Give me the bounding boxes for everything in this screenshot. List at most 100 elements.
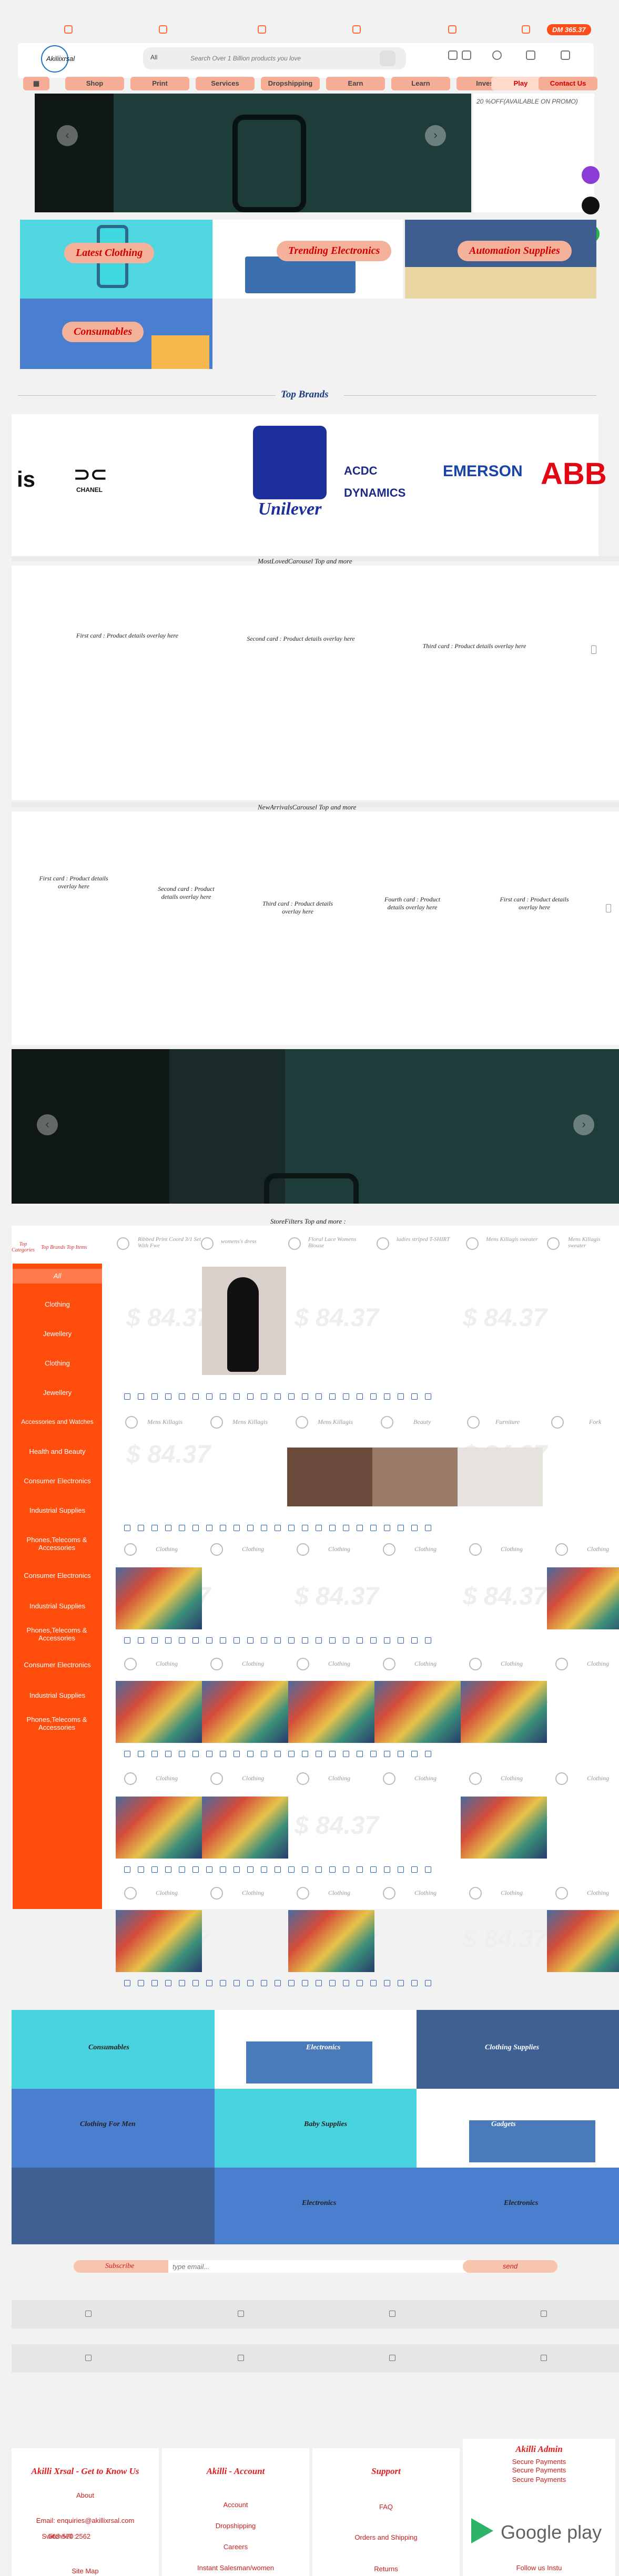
comment-icon[interactable] — [357, 1525, 363, 1531]
share-icon[interactable] — [220, 1525, 226, 1531]
share-icon[interactable] — [220, 1393, 226, 1400]
product-image-dress[interactable] — [202, 1267, 286, 1375]
pin-icon[interactable] — [85, 2355, 92, 2361]
product-name[interactable]: Beauty — [413, 1418, 431, 1426]
cart-add-icon[interactable] — [370, 1637, 377, 1644]
product-image-clothing[interactable] — [116, 1567, 202, 1629]
product-name[interactable]: Ribbed Print Coord 3/1 Set With Fwe — [138, 1236, 211, 1249]
select-radio[interactable] — [124, 1772, 137, 1785]
cart-add-icon[interactable] — [261, 1751, 267, 1757]
share-icon[interactable] — [329, 1980, 336, 1986]
like-icon[interactable] — [124, 1637, 130, 1644]
calendar-icon[interactable] — [389, 2311, 395, 2317]
store-icon[interactable] — [352, 25, 361, 34]
cart-add-icon[interactable] — [316, 1393, 322, 1400]
product-name[interactable]: Clothing — [587, 1889, 609, 1897]
footer-switch-number[interactable]: 568-570 2562 — [43, 2532, 96, 2540]
like-icon[interactable] — [179, 1393, 185, 1400]
product-name[interactable]: Mens Killagis sweater — [568, 1236, 618, 1249]
hero-next-arrow-icon[interactable]: › — [425, 125, 446, 146]
select-radio[interactable] — [124, 1658, 137, 1670]
category-item[interactable]: Phones,Telecoms & Accessories — [25, 1716, 88, 1731]
product-name[interactable]: Clothing — [587, 1774, 609, 1782]
share-icon[interactable] — [329, 1866, 336, 1873]
home-icon[interactable] — [85, 2311, 92, 2317]
category-item[interactable]: Industrial Supplies — [13, 1691, 102, 1699]
mosaic-clothing-supplies[interactable]: Clothing Supplies — [417, 2010, 619, 2089]
select-radio[interactable] — [469, 1658, 482, 1670]
cart-add-icon[interactable] — [206, 1393, 212, 1400]
cart-add-icon[interactable] — [261, 1980, 267, 1986]
carousel-card[interactable]: Third card : Product details overlay her… — [417, 642, 532, 650]
cart-add-icon[interactable] — [370, 1393, 377, 1400]
share-icon[interactable] — [275, 1751, 281, 1757]
share-icon[interactable] — [329, 1751, 336, 1757]
footer-link[interactable]: Returns — [312, 2565, 460, 2573]
select-radio[interactable] — [551, 1416, 564, 1429]
calendar-icon[interactable]: ▦ — [23, 77, 49, 90]
product-name[interactable]: Mens Killagis — [147, 1418, 182, 1426]
mosaic-electronics[interactable]: Electronics — [215, 2010, 417, 2089]
select-radio[interactable] — [124, 1543, 137, 1556]
category-item[interactable]: Industrial Supplies — [13, 1602, 102, 1610]
share-icon[interactable] — [329, 1393, 336, 1400]
select-radio[interactable] — [466, 1237, 479, 1250]
comment-icon[interactable] — [138, 1525, 144, 1531]
comment-icon[interactable] — [302, 1866, 308, 1873]
category-item[interactable]: Jewellery — [13, 1389, 102, 1397]
messenger-icon[interactable] — [582, 166, 600, 184]
email-float-icon[interactable] — [582, 197, 600, 214]
cart-add-icon[interactable] — [151, 1637, 158, 1644]
like-icon[interactable] — [288, 1980, 295, 1986]
comment-icon[interactable] — [192, 1751, 199, 1757]
nav-learn[interactable]: Learn — [391, 77, 450, 90]
cart-add-icon[interactable] — [151, 1751, 158, 1757]
category-item[interactable]: Consumer Electronics — [13, 1477, 102, 1485]
brand-emerson[interactable]: EMERSON — [443, 463, 523, 480]
comment-icon[interactable] — [357, 1393, 363, 1400]
product-name[interactable]: Clothing — [156, 1774, 178, 1782]
comment-icon[interactable] — [138, 1637, 144, 1644]
subscribe-send-button[interactable]: send — [463, 2260, 557, 2273]
comment-icon[interactable] — [192, 1866, 199, 1873]
footer-link[interactable]: Secure Payments — [463, 2476, 615, 2483]
product-name[interactable]: Clothing — [587, 1660, 609, 1668]
select-radio[interactable] — [467, 1416, 480, 1429]
comment-icon[interactable] — [192, 1637, 199, 1644]
share-icon[interactable] — [165, 1393, 171, 1400]
category-item[interactable]: Clothing — [13, 1359, 102, 1367]
tile-trending-electronics[interactable]: Trending Electronics — [214, 220, 403, 299]
like-icon[interactable] — [288, 1393, 295, 1400]
notes-icon[interactable] — [462, 50, 471, 60]
comment-icon[interactable] — [138, 1393, 144, 1400]
mosaic-electronics-2[interactable] — [12, 2168, 215, 2244]
cart-add-icon[interactable] — [261, 1637, 267, 1644]
select-radio[interactable] — [555, 1543, 568, 1556]
comment-icon[interactable] — [247, 1637, 253, 1644]
nav-contact-us[interactable]: Contact Us — [539, 77, 597, 90]
nav-earn[interactable]: Earn — [326, 77, 385, 90]
product-image-clothing[interactable] — [374, 1681, 461, 1743]
mosaic-consumables[interactable]: Consumables — [12, 2010, 215, 2089]
select-radio[interactable] — [288, 1237, 301, 1250]
share-icon[interactable] — [220, 1866, 226, 1873]
tile-automation-supplies[interactable]: Automation Supplies — [405, 220, 596, 299]
product-image-clothing[interactable] — [547, 1567, 619, 1629]
comment-icon[interactable] — [138, 1866, 144, 1873]
search-category-select[interactable]: All — [150, 54, 157, 61]
cart-add-icon[interactable] — [261, 1393, 267, 1400]
like-icon[interactable] — [234, 1751, 240, 1757]
brand-abb[interactable]: ABB — [541, 456, 607, 491]
cart-add-icon[interactable] — [151, 1525, 158, 1531]
product-name[interactable]: Clothing — [414, 1774, 437, 1782]
like-icon[interactable] — [288, 1637, 295, 1644]
category-item[interactable]: Phones,Telecoms & Accessories — [25, 1536, 88, 1552]
share-icon[interactable] — [165, 1525, 171, 1531]
banner-next-arrow-icon[interactable]: › — [573, 1114, 594, 1135]
select-radio[interactable] — [125, 1416, 138, 1429]
like-icon[interactable] — [398, 1525, 404, 1531]
product-name[interactable]: Mens Killagis sweater — [486, 1236, 539, 1243]
product-name[interactable]: Clothing — [328, 1889, 350, 1897]
select-radio[interactable] — [383, 1887, 395, 1900]
product-image-clothing[interactable] — [116, 1797, 202, 1859]
